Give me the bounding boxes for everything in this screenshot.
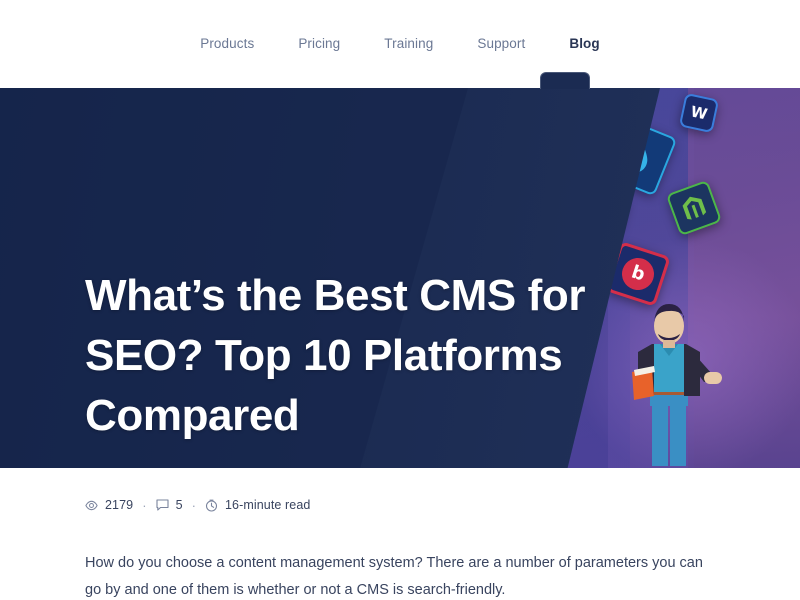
article-meta: 2179 · 5 · 16-minute read — [85, 498, 310, 512]
meta-separator-1: · — [142, 497, 147, 513]
hero-banner: J W B — [0, 88, 800, 468]
read-time-value: 16-minute read — [224, 498, 311, 512]
main-navigation: Products Pricing Training Support Blog — [0, 34, 800, 54]
nav-item-pricing[interactable]: Pricing — [276, 34, 362, 54]
nav-item-blog[interactable]: Blog — [547, 34, 621, 54]
view-count-group: 2179 — [85, 498, 133, 512]
read-time-group: 16-minute read — [205, 498, 310, 512]
comment-count-group: 5 — [156, 498, 183, 512]
nav-item-training[interactable]: Training — [362, 34, 455, 54]
comment-icon — [156, 499, 169, 512]
site-header: Products Pricing Training Support Blog — [0, 0, 800, 88]
nav-item-products[interactable]: Products — [178, 34, 276, 54]
wix-tile: W — [678, 92, 720, 134]
article-lede: How do you choose a content management s… — [85, 555, 703, 598]
page-title: What’s the Best CMS for SEO? Top 10 Plat… — [85, 271, 586, 440]
eye-icon — [85, 499, 98, 512]
nav-item-support[interactable]: Support — [455, 34, 547, 54]
meta-separator-2: · — [191, 497, 196, 513]
wix-glyph: W — [689, 101, 710, 124]
view-count-value: 2179 — [105, 498, 134, 512]
comment-count-value: 5 — [175, 498, 183, 512]
article-body: 2179 · 5 · 16-minute read How do you cho… — [0, 468, 800, 600]
page-root: Products Pricing Training Support Blog W… — [0, 0, 800, 600]
magento-glyph-icon — [682, 196, 707, 220]
clock-icon — [205, 499, 218, 512]
active-tab-indicator — [540, 72, 590, 89]
